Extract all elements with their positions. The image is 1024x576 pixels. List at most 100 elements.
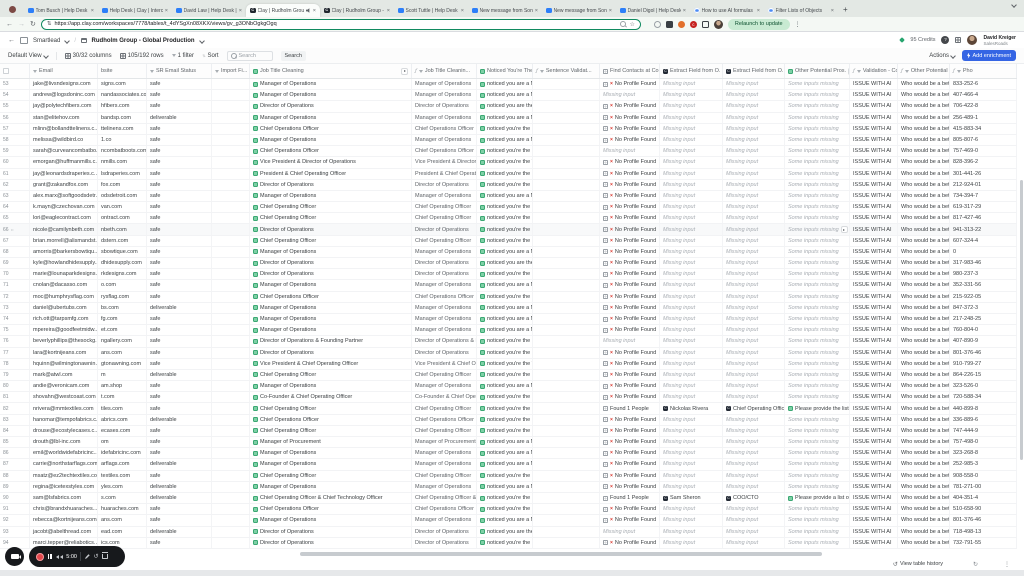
cell-email[interactable]: amorris@barkersbowtiqu... [30, 246, 98, 257]
cell-email[interactable]: nicole@camilynbeth.com [30, 224, 98, 235]
cell-sent[interactable] [533, 157, 600, 168]
cell-contacts[interactable]: Found 1 People [600, 403, 660, 414]
cell-pros[interactable]: Some inputs missing [785, 437, 850, 448]
cell-site[interactable]: rysflag.com [98, 291, 147, 302]
cell-pros[interactable]: Some inputs missing [785, 146, 850, 157]
cell-status[interactable]: safe [147, 437, 212, 448]
search-icon[interactable] [620, 21, 627, 27]
cell-import[interactable] [212, 515, 250, 526]
cell-title[interactable]: Manager of Operations [250, 481, 412, 492]
browser-tab[interactable]: David Law | Help Desk | I × [172, 4, 246, 17]
cell-val[interactable]: ISSUE WITH AI [850, 459, 898, 470]
cell-ex1[interactable]: Missing input [660, 246, 723, 257]
cell-ex1[interactable]: Missing input [660, 79, 723, 90]
cell-ex2[interactable]: Missing input [723, 347, 785, 358]
cell-ex2[interactable]: Missing input [723, 202, 785, 213]
cell-ex1[interactable]: Missing input [660, 448, 723, 459]
cell-noticed[interactable]: noticed you're the Direct [477, 347, 533, 358]
cell-ex2[interactable]: Missing input [723, 381, 785, 392]
cell-ex2[interactable]: Missing input [723, 470, 785, 481]
cell-better[interactable]: Who would be a better pe... [898, 246, 950, 257]
cell-ex2[interactable]: Missing input [723, 302, 785, 313]
cell-pros[interactable]: Some inputs missing [785, 269, 850, 280]
cell-status[interactable]: safe [147, 291, 212, 302]
cell-sent[interactable] [533, 526, 600, 537]
cell-phone[interactable]: 404-351-4 [950, 492, 1017, 504]
cell-val[interactable]: ISSUE WITH AI [850, 302, 898, 313]
cell-import[interactable] [212, 504, 250, 515]
cell-contacts[interactable]: × No Profile Found [600, 79, 660, 90]
cell-status[interactable]: safe [147, 347, 212, 358]
tab-close-icon[interactable]: × [757, 8, 760, 14]
cell-title[interactable]: Manager of Operations [250, 190, 412, 202]
cell-val[interactable]: ISSUE WITH AI [850, 369, 898, 381]
cell-better[interactable]: Who would be a better pe... [898, 179, 950, 190]
cell-better[interactable]: Who would be a better pe... [898, 504, 950, 515]
cell-title[interactable]: Chief Operating Officer [250, 202, 412, 213]
cell-email[interactable]: mlinn@bollandttelinens.c... [30, 123, 98, 134]
cell-better[interactable]: Who would be a better pe... [898, 459, 950, 470]
tab-close-icon[interactable]: × [831, 8, 834, 14]
cell-pros[interactable]: Some inputs missing [785, 291, 850, 302]
cell-val[interactable]: ISSUE WITH AI [850, 336, 898, 347]
cell-site[interactable]: ngallery.com [98, 336, 147, 347]
cell-num[interactable]: 90 [0, 492, 30, 504]
cell-phone[interactable]: 415-883-34 [950, 123, 1017, 134]
cell-sent[interactable] [533, 258, 600, 269]
cell-title2[interactable]: Vice President & Director ... [412, 157, 477, 168]
cell-site[interactable]: yles.com [98, 481, 147, 492]
cell-title2[interactable]: Director of Operations [412, 101, 477, 112]
cell-site[interactable]: tiles.com [98, 403, 147, 414]
cell-sent[interactable] [533, 269, 600, 280]
cell-import[interactable] [212, 358, 250, 369]
view-selector[interactable]: Default View [8, 53, 49, 59]
cell-noticed[interactable]: noticed you're the Chief [477, 213, 533, 224]
cell-noticed[interactable]: noticed you are a Manag [477, 302, 533, 313]
cell-val[interactable]: ISSUE WITH AI [850, 526, 898, 537]
cell-email[interactable]: daniel@ubertubs.com [30, 302, 98, 313]
cell-email[interactable]: alex.marx@softgoodsdetr... [30, 190, 98, 202]
tab-close-icon[interactable]: × [387, 8, 390, 14]
cell-pros[interactable]: Some inputs missing [785, 112, 850, 123]
refresh-icon[interactable]: ↻ [973, 561, 978, 568]
tab-close-icon[interactable]: × [239, 8, 242, 14]
cell-email[interactable]: drouth@lbl-inc.com [30, 437, 98, 448]
cell-sent[interactable] [533, 515, 600, 526]
cell-better[interactable]: Who would be a better pe... [898, 492, 950, 504]
cell-pros[interactable]: Some inputs missing [785, 224, 850, 235]
column-header-import[interactable]: Import Fi... [212, 64, 250, 78]
cell-title2[interactable]: Manager of Operations [412, 459, 477, 470]
add-enrichment-button[interactable]: Add enrichment [961, 50, 1016, 61]
cell-contacts[interactable]: × No Profile Found [600, 213, 660, 224]
cell-num[interactable]: 91 [0, 504, 30, 515]
cell-ex1[interactable]: Missing input [660, 179, 723, 190]
cell-pros[interactable]: Some inputs missing [785, 336, 850, 347]
cell-title[interactable]: Chief Operations Officer [250, 414, 412, 425]
cell-better[interactable]: Who would be a better pe... [898, 325, 950, 336]
cell-val[interactable]: ISSUE WITH AI [850, 291, 898, 302]
cell-num[interactable]: 84 [0, 425, 30, 436]
cell-num[interactable]: 54 [0, 90, 30, 101]
cell-import[interactable] [212, 146, 250, 157]
cell-site[interactable]: lsdraperies.com [98, 168, 147, 179]
cell-ex2[interactable]: Missing input [723, 157, 785, 168]
cell-title[interactable]: Manager of Operations [250, 381, 412, 392]
browser-profile-avatar[interactable] [713, 19, 723, 29]
site-settings-icon[interactable]: ⇅ [47, 21, 52, 27]
cell-title2[interactable]: Chief Operations Officer [412, 504, 477, 515]
cell-email[interactable]: andie@veronicam.com [30, 381, 98, 392]
cell-email[interactable]: jake@livsndesigns.com [30, 79, 98, 90]
cell-ex1[interactable]: Missing input [660, 280, 723, 291]
cell-status[interactable]: safe [147, 313, 212, 325]
cell-ex1[interactable]: Missing input [660, 504, 723, 515]
cell-site[interactable]: ans.com [98, 347, 147, 358]
cell-val[interactable]: ISSUE WITH AI [850, 504, 898, 515]
cell-status[interactable]: safe [147, 79, 212, 90]
cell-val[interactable]: ISSUE WITH AI [850, 202, 898, 213]
cell-status[interactable]: safe [147, 515, 212, 526]
cell-title[interactable]: Manager of Operations [250, 90, 412, 101]
cell-ex2[interactable]: Missing input [723, 358, 785, 369]
cell-contacts[interactable]: × No Profile Found [600, 325, 660, 336]
cell-title[interactable]: Director of Operations [250, 526, 412, 537]
cell-phone[interactable]: 510-658-90 [950, 504, 1017, 515]
